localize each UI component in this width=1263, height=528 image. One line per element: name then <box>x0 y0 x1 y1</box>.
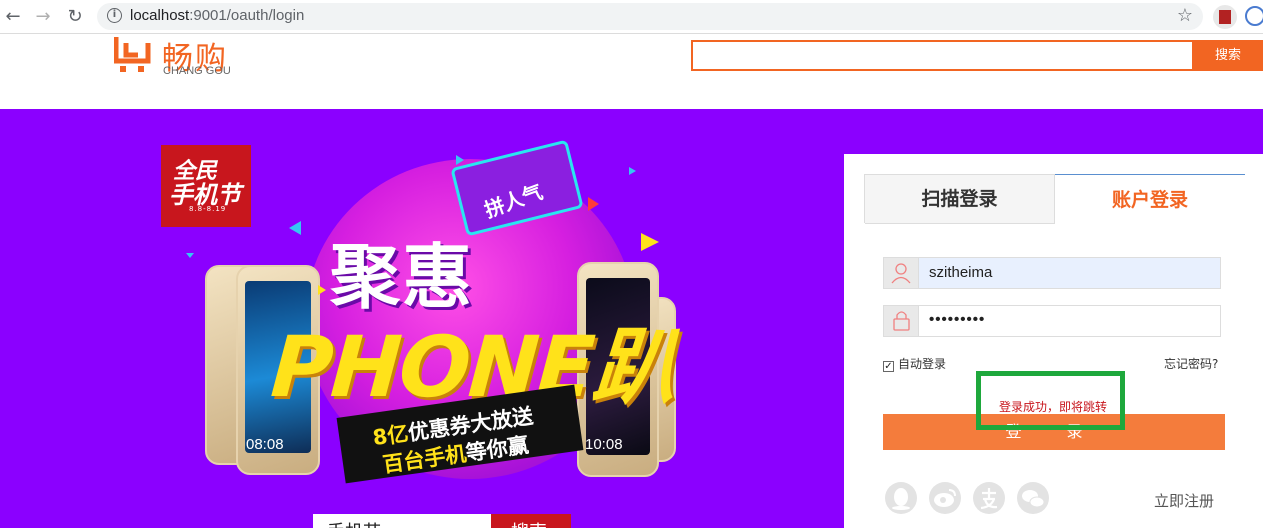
badge-dates: 8.8-8.19 <box>189 205 227 213</box>
url-text: localhost:9001/oauth/login <box>130 7 304 24</box>
cart-logo-icon[interactable] <box>114 35 152 75</box>
banner-search-text: 手机节 <box>327 518 381 528</box>
triangle-deco <box>186 253 194 263</box>
password-value: ••••••••• <box>929 311 986 328</box>
phone-time-left: 08:08 <box>246 436 284 453</box>
lock-icon-box <box>884 306 919 336</box>
login-panel: 扫描登录 账户登录 szitheima ••••••••• ✓ 自动登录 忘记密码… <box>844 154 1263 528</box>
username-value: szitheima <box>929 264 993 281</box>
extension-icon[interactable] <box>1245 6 1263 26</box>
triangle-deco <box>629 167 636 175</box>
alipay-icon[interactable] <box>973 482 1005 514</box>
user-icon <box>891 263 911 284</box>
tab-scan-login[interactable]: 扫描登录 <box>865 175 1055 224</box>
lock-icon <box>893 311 910 331</box>
banner-search-button[interactable]: 搜索 <box>491 514 571 528</box>
url-path: :9001/oauth/login <box>189 7 305 24</box>
forgot-password-link[interactable]: 忘记密码? <box>1164 355 1218 372</box>
browser-toolbar: ← → ↻ i localhost:9001/oauth/login ☆ <box>0 0 1263 34</box>
auto-login-option[interactable]: ✓ 自动登录 <box>883 355 946 372</box>
username-field[interactable]: szitheima <box>883 257 1221 289</box>
triangle-deco <box>318 285 326 295</box>
banner-search-label: 搜索 <box>511 518 547 528</box>
festival-badge: 全民 手机节 8.8-8.19 <box>161 145 251 227</box>
arrow-forward-icon[interactable]: → <box>32 6 54 28</box>
wechat-icon[interactable] <box>1017 482 1049 514</box>
tab-account-login[interactable]: 账户登录 <box>1055 174 1245 224</box>
search-input[interactable] <box>691 40 1194 71</box>
triangle-deco <box>289 221 301 235</box>
info-icon[interactable]: i <box>107 8 122 23</box>
triangle-deco <box>588 197 599 211</box>
address-bar[interactable]: i localhost:9001/oauth/login ☆ <box>97 3 1203 30</box>
weibo-icon[interactable] <box>929 482 961 514</box>
url-host: localhost <box>130 7 190 24</box>
reload-icon[interactable]: ↻ <box>64 6 86 28</box>
auto-login-checkbox[interactable]: ✓ <box>883 361 894 372</box>
star-icon[interactable]: ☆ <box>1177 5 1193 26</box>
search-button[interactable]: 搜索 <box>1193 40 1263 71</box>
user-icon-box <box>884 258 919 288</box>
banner-search-field[interactable]: 手机节 <box>313 514 491 528</box>
weibo-glyph <box>934 489 956 507</box>
qq-icon[interactable] <box>885 482 917 514</box>
logo-english: CHANG GOU <box>163 65 231 77</box>
alipay-glyph <box>980 488 998 510</box>
phone-time-right: 10:08 <box>585 436 623 453</box>
triangle-deco <box>456 155 464 165</box>
register-link[interactable]: 立即注册 <box>1154 490 1214 511</box>
pdf-extension-icon[interactable] <box>1213 5 1237 29</box>
wechat-glyph <box>1022 490 1045 508</box>
password-field[interactable]: ••••••••• <box>883 305 1221 337</box>
triangle-deco <box>641 233 659 251</box>
auto-login-label: 自动登录 <box>898 357 947 371</box>
site-header: 畅购 CHANG GOU 搜索 <box>0 35 1263 109</box>
login-tabs: 扫描登录 账户登录 <box>864 174 1245 224</box>
highlight-annotation <box>976 371 1125 430</box>
qq-glyph <box>892 488 910 510</box>
arrow-back-icon[interactable]: ← <box>2 6 24 28</box>
